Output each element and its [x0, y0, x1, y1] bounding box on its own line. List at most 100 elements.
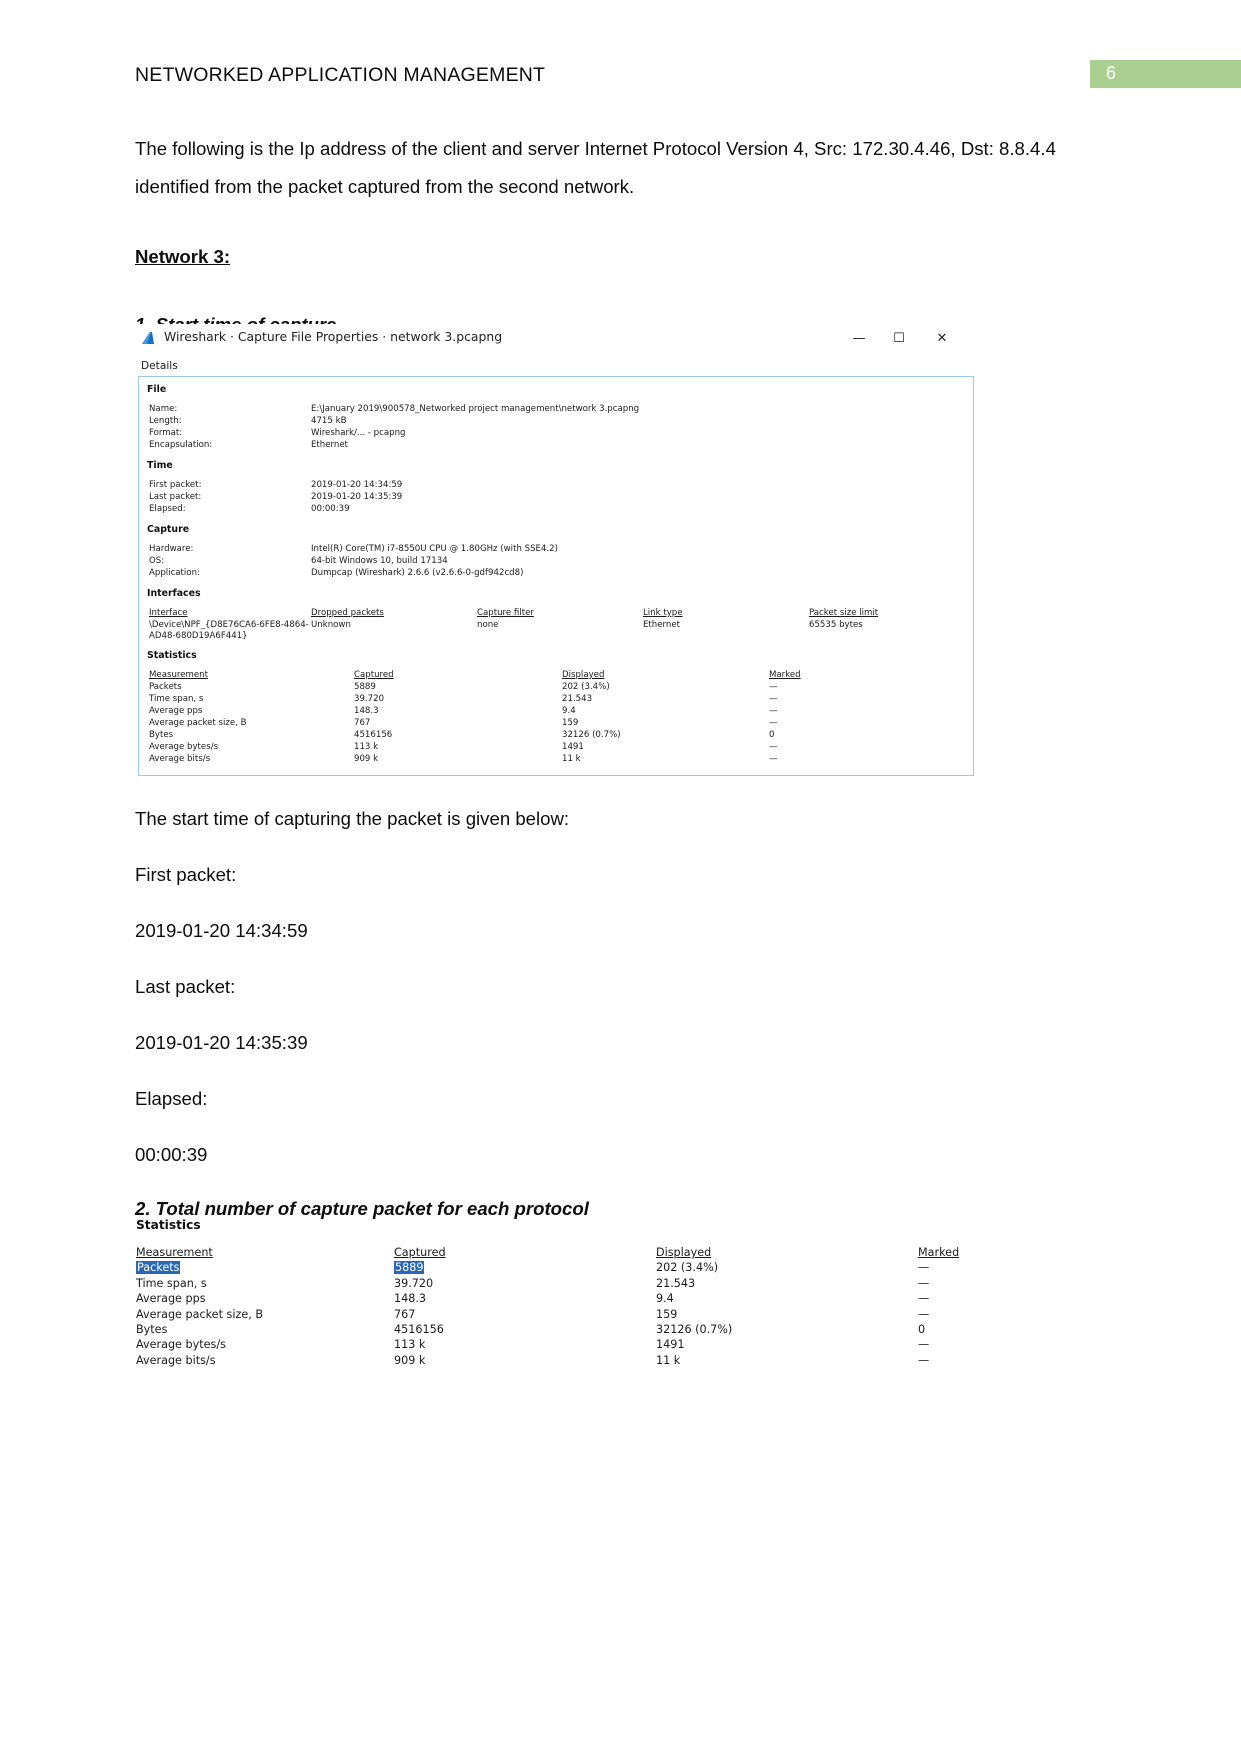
cell-marked: —	[918, 1353, 930, 1367]
table-row[interactable]: Time span, s 39.720 21.543 —	[136, 1277, 1096, 1292]
section-title-statistics: Statistics	[147, 650, 197, 661]
statistics-col-marked: Marked	[769, 670, 801, 680]
table-header-row: Measurement Captured Displayed Marked	[136, 1246, 1096, 1261]
label-elapsed: Elapsed:	[135, 1088, 208, 1109]
cell-captured: 39.720	[394, 1276, 434, 1290]
interfaces-col-interface: Interface	[149, 608, 188, 618]
statistics-screenshot-block: Statistics Measurement Captured Displaye…	[136, 1218, 1096, 1369]
cell-captured: 113 k	[394, 1338, 426, 1352]
page-number-label: 6	[1106, 63, 1117, 83]
cell-marked: —	[918, 1338, 930, 1352]
statistics-cell-captured: 5889	[354, 682, 376, 692]
statistics-cell-measurement: Average pps	[149, 706, 203, 716]
statistics-cell-measurement: Average bytes/s	[149, 742, 219, 752]
table-row[interactable]: Bytes 4516156 32126 (0.7%) 0	[136, 1323, 1096, 1338]
file-name-value: E:\January 2019\900578_Networked project…	[311, 404, 640, 414]
maximize-button[interactable]: ☐	[879, 324, 919, 354]
value-first-packet: 2019-01-20 14:34:59	[135, 920, 308, 941]
statistics-cell-displayed: 1491	[562, 742, 584, 752]
section-title-capture: Capture	[147, 524, 190, 535]
label-first-packet: First packet:	[135, 864, 237, 885]
cell-displayed: 1491	[656, 1338, 685, 1352]
file-format-label: Format:	[149, 428, 183, 438]
close-button[interactable]: ✕	[922, 324, 962, 354]
details-tabstrip[interactable]: Details	[134, 354, 974, 372]
statistics-cell-marked: —	[769, 718, 778, 728]
col-measurement: Measurement	[136, 1246, 213, 1259]
interfaces-cell-packet-size-limit: 65535 bytes	[809, 620, 863, 630]
capture-application-label: Application:	[149, 568, 200, 578]
wireshark-capture-file-properties-window[interactable]: Wireshark · Capture File Properties · ne…	[134, 324, 974, 779]
cell-marked: —	[918, 1261, 930, 1275]
statistics-cell-captured: 113 k	[354, 742, 379, 752]
statistics-col-captured: Captured	[354, 670, 394, 680]
tab-details[interactable]: Details	[141, 360, 178, 372]
interfaces-col-dropped-packets: Dropped packets	[311, 608, 384, 618]
statistics-cell-displayed: 202 (3.4%)	[562, 682, 610, 692]
details-panel[interactable]: File Name: E:\January 2019\900578_Networ…	[138, 376, 974, 776]
statistics-cell-displayed: 11 k	[562, 754, 581, 764]
heading-section-2: 2. Total number of capture packet for ea…	[135, 1198, 589, 1219]
table-row[interactable]: Packets 5889 202 (3.4%) —	[136, 1261, 1096, 1276]
cell-marked: —	[918, 1292, 930, 1306]
statistics-cell-marked: —	[769, 694, 778, 704]
statistics-cell-displayed: 9.4	[562, 706, 576, 716]
capture-os-value: 64-bit Windows 10, build 17134	[311, 556, 448, 566]
statistics-cell-captured: 909 k	[354, 754, 379, 764]
cell-measurement: Average bytes/s	[136, 1338, 226, 1352]
col-displayed: Displayed	[656, 1246, 712, 1259]
table-row[interactable]: Average pps 148.3 9.4 —	[136, 1292, 1096, 1307]
statistics-cell-displayed: 21.543	[562, 694, 593, 704]
value-elapsed: 00:00:39	[135, 1144, 208, 1165]
capture-hardware-value: Intel(R) Core(TM) i7-8550U CPU @ 1.80GHz…	[311, 544, 558, 554]
cell-measurement: Bytes	[136, 1322, 168, 1336]
minimize-button[interactable]: —	[839, 324, 879, 354]
cell-captured: 4516156	[394, 1322, 444, 1336]
interfaces-cell-dropped-packets: Unknown	[311, 620, 351, 630]
statistics-cell-measurement: Packets	[149, 682, 182, 692]
interfaces-col-packet-size-limit: Packet size limit	[809, 608, 879, 618]
statistics-cell-captured: 767	[354, 718, 371, 728]
time-first-packet-value: 2019-01-20 14:34:59	[311, 480, 403, 490]
capture-os-label: OS:	[149, 556, 165, 566]
value-last-packet: 2019-01-20 14:35:39	[135, 1032, 308, 1053]
table-row[interactable]: Average bytes/s 113 k 1491 —	[136, 1338, 1096, 1353]
time-elapsed-label: Elapsed:	[149, 504, 186, 514]
interfaces-col-link-type: Link type	[643, 608, 683, 618]
statistics-cell-marked: 0	[769, 730, 775, 740]
heading-network-3: Network 3:	[135, 246, 231, 267]
file-encapsulation-value: Ethernet	[311, 440, 349, 450]
statistics-cell-captured: 39.720	[354, 694, 385, 704]
time-elapsed-value: 00:00:39	[311, 504, 350, 514]
cell-measurement: Average pps	[136, 1292, 206, 1306]
caption-start-time: The start time of capturing the packet i…	[135, 808, 570, 829]
statistics-cell-measurement: Average packet size, B	[149, 718, 247, 728]
col-marked: Marked	[918, 1246, 960, 1259]
cell-captured[interactable]: 5889	[394, 1261, 425, 1275]
col-captured: Captured	[394, 1246, 446, 1259]
cell-measurement: Average bits/s	[136, 1353, 216, 1367]
cell-measurement[interactable]: Packets	[136, 1261, 181, 1275]
cell-displayed: 9.4	[656, 1292, 674, 1306]
cell-marked: —	[918, 1276, 930, 1290]
statistics-cell-marked: —	[769, 682, 778, 692]
statistics-col-measurement: Measurement	[149, 670, 208, 680]
cell-measurement: Average packet size, B	[136, 1307, 263, 1321]
statistics-col-displayed: Displayed	[562, 670, 605, 680]
statistics-cell-marked: —	[769, 754, 778, 764]
statistics-cell-displayed: 159	[562, 718, 579, 728]
table-row[interactable]: Average packet size, B 767 159 —	[136, 1308, 1096, 1323]
file-length-label: Length:	[149, 416, 182, 426]
cell-displayed: 202 (3.4%)	[656, 1261, 719, 1275]
statistics-table: Measurement Captured Displayed Marked Pa…	[136, 1246, 1096, 1369]
section-title-time: Time	[147, 460, 173, 471]
document-header-title: NETWORKED APPLICATION MANAGEMENT	[135, 64, 546, 86]
document-body-lower: The start time of capturing the packet i…	[135, 800, 1105, 1238]
cell-displayed: 21.543	[656, 1276, 696, 1290]
page-header: NETWORKED APPLICATION MANAGEMENT 6	[0, 60, 1241, 100]
statistics-block-title: Statistics	[136, 1218, 201, 1232]
interfaces-col-capture-filter: Capture filter	[477, 608, 534, 618]
table-row[interactable]: Average bits/s 909 k 11 k —	[136, 1354, 1096, 1369]
wireshark-fin-icon	[142, 332, 154, 344]
time-last-packet-value: 2019-01-20 14:35:39	[311, 492, 403, 502]
